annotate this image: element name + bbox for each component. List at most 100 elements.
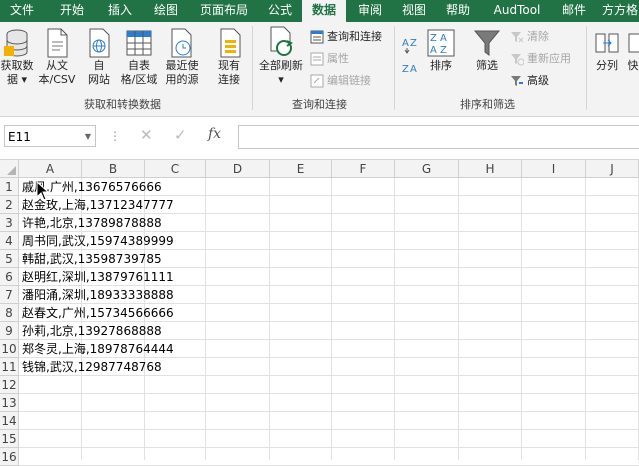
row-header-10[interactable]: 10 — [0, 340, 19, 358]
cell-a9[interactable]: 孙莉,北京,13927868888 — [22, 322, 162, 340]
tab-view[interactable]: 视图 — [392, 0, 436, 22]
tab-formulas[interactable]: 公式 — [258, 0, 302, 22]
flash-fill-icon — [627, 28, 639, 58]
enter-check-icon[interactable]: ✓ — [174, 126, 187, 144]
reapply-label: 重新应用 — [527, 52, 571, 65]
row-header-1[interactable]: 1 — [0, 178, 19, 196]
cell-a6[interactable]: 赵明红,深圳,13879761111 — [22, 268, 174, 286]
row-header-4[interactable]: 4 — [0, 232, 19, 250]
cell-a4[interactable]: 周书同,武汉,15974389999 — [22, 232, 174, 250]
recent-sources-button[interactable]: 最近使 用的源 — [162, 28, 202, 87]
row-header-9[interactable]: 9 — [0, 322, 19, 340]
from-table-button[interactable]: 自表 格/区域 — [118, 28, 160, 87]
column-header-j[interactable]: J — [586, 160, 639, 178]
chevron-down-icon[interactable]: ▼ — [85, 126, 91, 148]
connections-icon — [216, 28, 242, 58]
row-header-7[interactable]: 7 — [0, 286, 19, 304]
column-header-h[interactable]: H — [459, 160, 522, 178]
group-separator — [252, 26, 253, 110]
row-header-2[interactable]: 2 — [0, 196, 19, 214]
row-header-15[interactable]: 15 — [0, 430, 19, 448]
column-gridline — [205, 178, 206, 460]
group-label-queries: 查询和连接 — [292, 96, 347, 112]
from-web-label: 自 — [94, 59, 105, 72]
select-all-button[interactable] — [0, 160, 19, 178]
reapply-button[interactable]: 重新应用 — [510, 50, 571, 68]
refresh-all-label: 全部刷新 — [259, 59, 303, 72]
group-separator — [586, 26, 587, 110]
flash-fill-button[interactable]: 快 — [626, 28, 639, 73]
row-header-16[interactable]: 16 — [0, 448, 19, 466]
column-header-e[interactable]: E — [270, 160, 332, 178]
column-header-c[interactable]: C — [145, 160, 206, 178]
clear-filter-button[interactable]: 清除 — [510, 28, 549, 46]
row-header-5[interactable]: 5 — [0, 250, 19, 268]
from-table-label-2: 格/区域 — [121, 73, 158, 86]
queries-icon — [310, 30, 324, 44]
recent-file-icon — [169, 28, 195, 58]
cell-a5[interactable]: 韩甜,武汉,13598739785 — [22, 250, 162, 268]
formula-input[interactable] — [238, 125, 639, 149]
column-header-d[interactable]: D — [206, 160, 270, 178]
tab-insert[interactable]: 插入 — [98, 0, 142, 22]
cell-a10[interactable]: 郑冬灵,上海,18978764444 — [22, 340, 174, 358]
tab-file[interactable]: 文件 — [0, 0, 44, 22]
ribbon-tab-bar: 文件 开始 插入 绘图 页面布局 公式 数据 审阅 视图 帮助 AudTool … — [0, 0, 639, 22]
cell-a11[interactable]: 钱锦,武汉,12987748768 — [22, 358, 162, 376]
insert-function-icon[interactable]: fx — [208, 126, 221, 142]
tab-audtool[interactable]: AudTool — [482, 0, 552, 22]
text-to-columns-button[interactable]: 分列 — [592, 28, 622, 73]
cancel-icon[interactable]: ✕ — [140, 126, 153, 144]
sort-button[interactable]: Z A A Z 排序 — [424, 28, 458, 73]
tab-page-layout[interactable]: 页面布局 — [192, 0, 256, 22]
column-header-g[interactable]: G — [395, 160, 459, 178]
queries-connections-button[interactable]: 查询和连接 — [310, 28, 382, 46]
queries-connections-label: 查询和连接 — [327, 30, 382, 43]
row-header-8[interactable]: 8 — [0, 304, 19, 322]
tab-help[interactable]: 帮助 — [436, 0, 480, 22]
advanced-filter-button[interactable]: 高级 — [510, 72, 549, 90]
column-header-a[interactable]: A — [19, 160, 82, 178]
from-table-label: 自表 — [128, 59, 150, 72]
sort-asc-button[interactable]: A Z Z A — [400, 32, 422, 82]
column-header-b[interactable]: B — [82, 160, 145, 178]
cell-a7[interactable]: 潘阳涌,深圳,18933338888 — [22, 286, 174, 304]
existing-connections-label: 现有 — [218, 59, 240, 72]
advanced-label: 高级 — [527, 74, 549, 87]
from-csv-label-2: 本/CSV — [39, 73, 76, 86]
worksheet-grid[interactable]: ABCDEFGHIJ 12345678910111213141516 戚风,广州… — [0, 160, 639, 460]
filter-funnel-icon — [473, 28, 501, 58]
existing-connections-button[interactable]: 现有 连接 — [212, 28, 246, 87]
column-header-i[interactable]: I — [522, 160, 586, 178]
svg-text:A: A — [402, 38, 409, 49]
tab-data[interactable]: 数据 — [302, 0, 346, 22]
filter-button[interactable]: 筛选 — [470, 28, 504, 73]
column-header-f[interactable]: F — [332, 160, 395, 178]
properties-button[interactable]: 属性 — [310, 50, 349, 68]
tab-mailings[interactable]: 邮件 — [554, 0, 594, 22]
cell-a3[interactable]: 许艳,北京,13789878888 — [22, 214, 162, 232]
row-gridline — [19, 393, 639, 394]
tab-ffgrid[interactable]: 方方格 — [598, 0, 639, 22]
tab-review[interactable]: 审阅 — [348, 0, 392, 22]
svg-text:A Z: A Z — [430, 45, 447, 56]
row-header-14[interactable]: 14 — [0, 412, 19, 430]
row-header-13[interactable]: 13 — [0, 394, 19, 412]
get-data-button[interactable]: 获取数 据 ▾ — [0, 28, 34, 87]
row-header-6[interactable]: 6 — [0, 268, 19, 286]
row-header-11[interactable]: 11 — [0, 358, 19, 376]
refresh-icon — [267, 26, 295, 58]
row-header-3[interactable]: 3 — [0, 214, 19, 232]
clear-label: 清除 — [527, 30, 549, 43]
edit-links-button[interactable]: 编辑链接 — [310, 72, 371, 90]
name-box[interactable]: E11 ▼ — [4, 125, 96, 147]
from-text-csv-button[interactable]: 从文 本/CSV — [36, 28, 78, 87]
row-header-12[interactable]: 12 — [0, 376, 19, 394]
refresh-all-button[interactable]: 全部刷新 ▾ — [256, 26, 306, 87]
tab-draw[interactable]: 绘图 — [144, 0, 188, 22]
from-web-button[interactable]: 自 网站 — [84, 28, 114, 87]
cell-a8[interactable]: 赵春文,广州,15734566666 — [22, 304, 174, 322]
tab-home[interactable]: 开始 — [50, 0, 94, 22]
database-icon — [4, 28, 30, 58]
sort-label: 排序 — [430, 59, 452, 72]
